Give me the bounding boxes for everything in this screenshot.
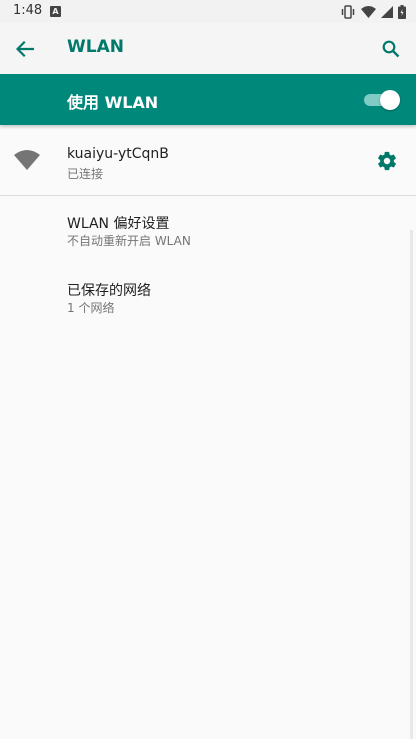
connected-network-item[interactable]: kuaiyu-ytCqnB 已连接 (0, 128, 416, 194)
wlan-preferences-title: WLAN 偏好设置 (67, 216, 170, 232)
wlan-toggle[interactable] (364, 90, 400, 110)
arrow-back-icon (16, 41, 34, 57)
divider (0, 195, 416, 196)
battery-icon (398, 5, 406, 19)
saved-networks-item[interactable]: 已保存的网络 1 个网络 (0, 274, 408, 322)
wlan-preferences-item[interactable]: WLAN 偏好设置 不自动重新开启 WLAN (0, 207, 408, 255)
network-name: kuaiyu-ytCqnB (67, 146, 169, 162)
gear-icon[interactable] (376, 150, 398, 172)
saved-networks-title: 已保存的网络 (67, 283, 151, 299)
use-wlan-label: 使用 WLAN (67, 93, 159, 112)
scrollbar[interactable] (410, 230, 413, 739)
wifi-status-icon (361, 6, 376, 18)
vibrate-icon (341, 5, 355, 19)
wlan-settings-screen: 1:48 A WLAN 使用 WLAN kuaiyu-ytCqnB 已连接 WL… (0, 0, 416, 739)
status-bar: 1:48 A (0, 0, 416, 23)
back-button[interactable] (10, 35, 40, 63)
toggle-thumb (380, 90, 400, 110)
app-bar: WLAN (0, 23, 416, 74)
wlan-preferences-subtitle: 不自动重新开启 WLAN (67, 234, 191, 248)
page-title: WLAN (67, 37, 124, 57)
notification-icon: A (50, 6, 61, 17)
use-wlan-switch-bar[interactable]: 使用 WLAN (0, 74, 416, 125)
status-time: 1:48 (13, 3, 43, 18)
network-status: 已连接 (67, 167, 104, 181)
search-button[interactable] (376, 35, 406, 63)
status-icons (340, 4, 406, 20)
wifi-signal-icon (14, 150, 40, 170)
search-icon (382, 40, 400, 58)
saved-networks-subtitle: 1 个网络 (67, 301, 115, 315)
cellular-signal-icon (381, 6, 393, 18)
